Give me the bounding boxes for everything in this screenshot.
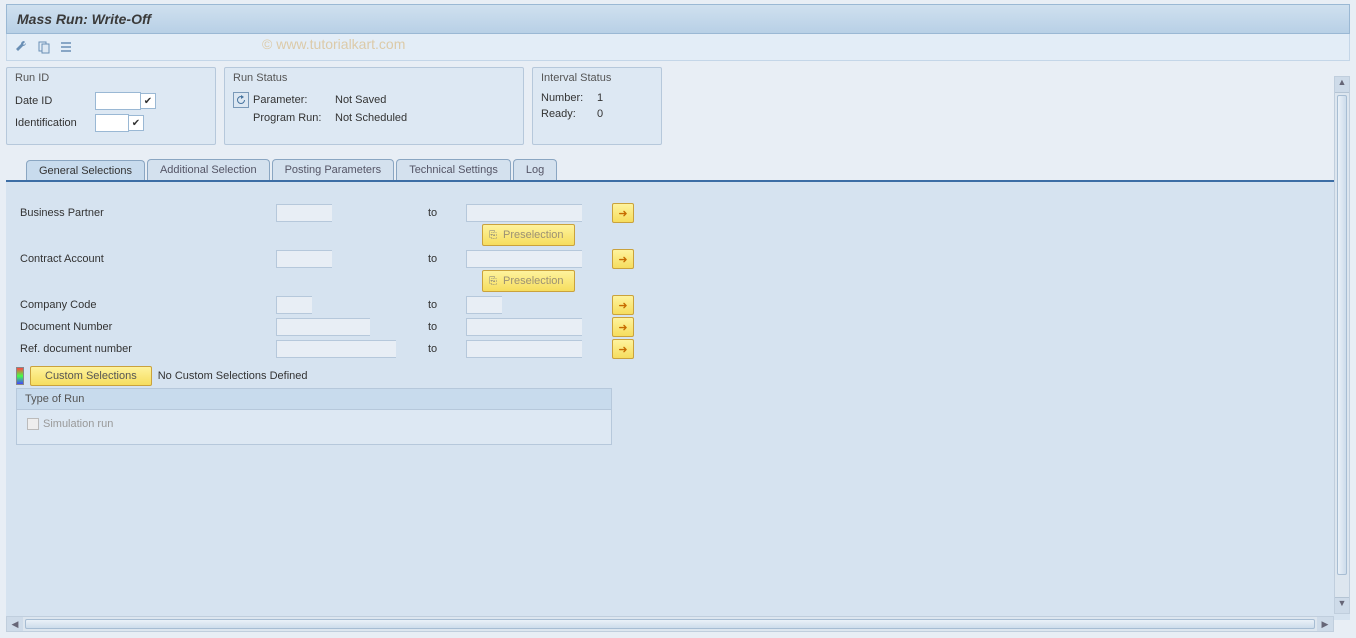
document-number-label: Document Number: [16, 321, 276, 333]
header-panels: Run ID Date ID ✔ Identification ✔ Run St…: [6, 67, 1350, 145]
tab-additional-selection[interactable]: Additional Selection: [147, 159, 270, 180]
identification-check-icon[interactable]: ✔: [128, 115, 144, 131]
to-label-cc: to: [404, 299, 466, 311]
program-run-label: Program Run:: [253, 112, 335, 124]
contract-account-to-input[interactable]: [466, 250, 582, 268]
document-number-multi-button[interactable]: ➜: [612, 317, 634, 337]
business-partner-preselection-button[interactable]: ⎘ Preselection: [482, 224, 575, 246]
tool-icon-wrench[interactable]: [13, 38, 31, 56]
ref-document-number-to-input[interactable]: [466, 340, 582, 358]
watermark: © www.tutorialkart.com: [262, 36, 405, 52]
arrow-right-icon: ➜: [618, 207, 627, 220]
parameter-value: Not Saved: [335, 94, 386, 106]
horizontal-scrollbar[interactable]: ◀ ▶: [6, 616, 1334, 632]
scroll-left-arrow-icon[interactable]: ◀: [7, 617, 23, 631]
arrow-right-icon: ➜: [618, 321, 627, 334]
scroll-down-arrow-icon[interactable]: ▼: [1335, 597, 1349, 613]
ref-document-number-label: Ref. document number: [16, 343, 276, 355]
contract-account-label: Contract Account: [16, 253, 276, 265]
simulation-run-checkbox: [27, 418, 39, 430]
type-of-run-header: Type of Run: [17, 389, 611, 410]
company-code-label: Company Code: [16, 299, 276, 311]
ref-document-number-multi-button[interactable]: ➜: [612, 339, 634, 359]
business-partner-label: Business Partner: [16, 207, 276, 219]
tab-general-selections[interactable]: General Selections: [26, 160, 145, 181]
scroll-right-arrow-icon[interactable]: ▶: [1317, 617, 1333, 631]
tab-posting-parameters[interactable]: Posting Parameters: [272, 159, 395, 180]
tab-strip: General Selections Additional Selection …: [6, 159, 1350, 180]
custom-selections-button[interactable]: Custom Selections: [30, 366, 152, 386]
program-run-value: Not Scheduled: [335, 112, 407, 124]
tab-log[interactable]: Log: [513, 159, 557, 180]
panel-run-status-header: Run Status: [225, 68, 523, 88]
refresh-icon[interactable]: [233, 92, 249, 108]
window-title: Mass Run: Write-Off: [6, 4, 1350, 34]
business-partner-to-input[interactable]: [466, 204, 582, 222]
company-code-from-input[interactable]: [276, 296, 312, 314]
contract-account-from-input[interactable]: [276, 250, 332, 268]
tab-technical-settings[interactable]: Technical Settings: [396, 159, 511, 180]
company-code-to-input[interactable]: [466, 296, 502, 314]
tool-icon-copy[interactable]: [35, 38, 53, 56]
identification-label: Identification: [15, 117, 95, 129]
arrow-right-icon: ➜: [618, 299, 627, 312]
interval-number-value: 1: [597, 92, 603, 104]
scroll-up-arrow-icon[interactable]: ▲: [1335, 77, 1349, 93]
to-label-dn: to: [404, 321, 466, 333]
page-title: Mass Run: Write-Off: [17, 11, 151, 27]
date-id-input[interactable]: [95, 92, 141, 110]
application-toolbar: © www.tutorialkart.com: [6, 34, 1350, 61]
preselection-icon: ⎘: [489, 276, 497, 287]
custom-selections-status: No Custom Selections Defined: [158, 370, 308, 382]
panel-run-id-header: Run ID: [7, 68, 215, 88]
company-code-multi-button[interactable]: ➜: [612, 295, 634, 315]
traffic-light-icon: [16, 367, 24, 385]
panel-run-id: Run ID Date ID ✔ Identification ✔: [6, 67, 216, 145]
to-label-ca: to: [404, 253, 466, 265]
interval-ready-label: Ready:: [541, 108, 597, 120]
to-label-bp: to: [404, 207, 466, 219]
date-id-check-icon[interactable]: ✔: [140, 93, 156, 109]
identification-input[interactable]: [95, 114, 129, 132]
contract-account-preselection-button[interactable]: ⎘ Preselection: [482, 270, 575, 292]
type-of-run-group: Type of Run Simulation run: [16, 388, 612, 445]
document-number-to-input[interactable]: [466, 318, 582, 336]
vertical-scrollbar[interactable]: ▲ ▼: [1334, 76, 1350, 614]
interval-ready-value: 0: [597, 108, 603, 120]
parameter-label: Parameter:: [253, 94, 335, 106]
simulation-run-label: Simulation run: [43, 418, 113, 430]
preselection-label: Preselection: [503, 275, 564, 287]
tool-icon-list[interactable]: [57, 38, 75, 56]
panel-interval-status: Interval Status Number: 1 Ready: 0: [532, 67, 662, 145]
business-partner-from-input[interactable]: [276, 204, 332, 222]
ref-document-number-from-input[interactable]: [276, 340, 396, 358]
contract-account-multi-button[interactable]: ➜: [612, 249, 634, 269]
hscroll-thumb[interactable]: [25, 619, 1315, 629]
panel-interval-header: Interval Status: [533, 68, 661, 88]
tab-content-general: Business Partner to ➜ ⎘ Preselection Con…: [6, 180, 1350, 620]
arrow-right-icon: ➜: [618, 343, 627, 356]
preselection-icon: ⎘: [489, 230, 497, 241]
interval-number-label: Number:: [541, 92, 597, 104]
document-number-from-input[interactable]: [276, 318, 370, 336]
preselection-label: Preselection: [503, 229, 564, 241]
panel-run-status: Run Status Parameter: Not Saved Program …: [224, 67, 524, 145]
custom-selections-label: Custom Selections: [45, 370, 137, 382]
business-partner-multi-button[interactable]: ➜: [612, 203, 634, 223]
date-id-label: Date ID: [15, 95, 95, 107]
arrow-right-icon: ➜: [618, 253, 627, 266]
to-label-rdn: to: [404, 343, 466, 355]
vscroll-thumb[interactable]: [1337, 95, 1347, 575]
